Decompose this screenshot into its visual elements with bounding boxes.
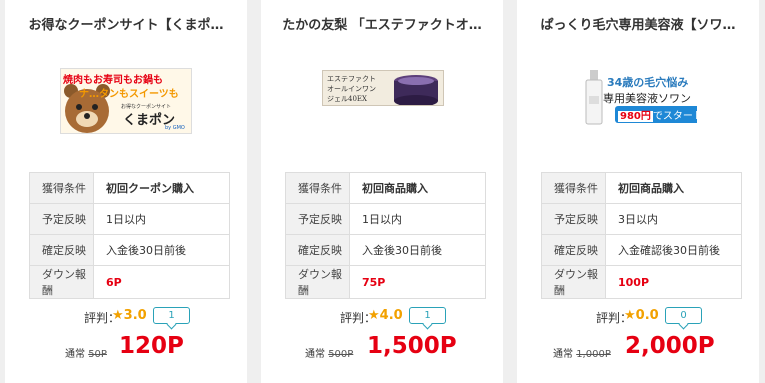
banner-text: 専用美容液ソワン	[603, 92, 691, 105]
banner-text: 34歳の毛穴悩み	[607, 76, 689, 89]
row-value: 初回商品購入	[605, 172, 742, 204]
offer-card-soin[interactable]: ぱっくり毛穴専用美容液【ソワ… 34歳の毛穴悩み 専用美容液ソワン 980円 でス…	[517, 0, 759, 383]
row-value: 入金確認後30日前後	[605, 234, 742, 266]
row-label: 予定反映	[285, 203, 350, 235]
card-title[interactable]: お得なクーポンサイト【くまポ…	[5, 14, 247, 33]
banner-line: エステファクト	[327, 75, 376, 83]
normal-price-value: 1,000P	[576, 349, 611, 360]
normal-label: 通常	[305, 349, 325, 360]
row-label: 確定反映	[541, 234, 606, 266]
row-label: 予定反映	[541, 203, 606, 235]
table-row: 予定反映 1日以内	[29, 203, 230, 235]
normal-price: 通常 50P	[65, 345, 107, 360]
banner-price-pill: 980円でスタート!	[615, 106, 697, 123]
banner-text: ナ…タンもスイーツも	[79, 89, 179, 100]
normal-price: 通常 500P	[305, 345, 353, 360]
normal-label: 通常	[65, 349, 85, 360]
rating-score: ★0.0	[624, 308, 659, 323]
point-price: 2,000P	[625, 333, 715, 359]
table-row: 獲得条件 初回商品購入	[285, 172, 486, 204]
offer-conditions-table: 獲得条件 初回商品購入 予定反映 1日以内 確定反映 入金後30日前後 ダウン報酬 75…	[285, 172, 486, 299]
point-price: 1,500P	[367, 333, 457, 359]
soin-banner[interactable]: 34歳の毛穴悩み 専用美容液ソワン 980円でスタート!	[581, 68, 697, 128]
table-row: 確定反映 入金確認後30日前後	[541, 234, 742, 266]
review-count-badge[interactable]: 0	[665, 307, 702, 324]
rating-score: ★3.0	[112, 308, 147, 323]
row-value: 入金後30日前後	[93, 234, 230, 266]
row-label: 予定反映	[29, 203, 94, 235]
table-row: ダウン報酬 75P	[285, 265, 486, 299]
row-label: 確定反映	[29, 234, 94, 266]
offer-conditions-table: 獲得条件 初回商品購入 予定反映 3日以内 確定反映 入金確認後30日前後 ダウン報酬…	[541, 172, 742, 299]
table-row: 予定反映 3日以内	[541, 203, 742, 235]
table-row: 確定反映 入金後30日前後	[29, 234, 230, 266]
normal-label: 通常	[553, 349, 573, 360]
kumapon-banner[interactable]: 焼肉もお寿司もお鍋も ナ…タンもスイーツも お得なクーポンサイト くまポン by…	[60, 68, 192, 134]
row-label: 獲得条件	[285, 172, 350, 204]
banner-text: by GMO	[165, 125, 185, 131]
banner-line: ジェル40EX	[327, 95, 368, 103]
row-value: 3日以内	[605, 203, 742, 235]
offer-card-kumapon[interactable]: お得なクーポンサイト【くまポ… 焼肉もお寿司もお鍋も ナ…タンもスイーツも お得…	[5, 0, 247, 383]
rating-score: ★4.0	[368, 308, 403, 323]
row-value: 初回商品購入	[349, 172, 486, 204]
table-row: 獲得条件 初回クーポン購入	[29, 172, 230, 204]
table-row: 予定反映 1日以内	[285, 203, 486, 235]
row-label: 確定反映	[285, 234, 350, 266]
row-value: 初回クーポン購入	[93, 172, 230, 204]
table-row: ダウン報酬 100P	[541, 265, 742, 299]
row-value: 1日以内	[349, 203, 486, 235]
row-value: 入金後30日前後	[349, 234, 486, 266]
table-row: ダウン報酬 6P	[29, 265, 230, 299]
banner-line: オールインワン	[327, 85, 376, 93]
normal-price: 通常 1,000P	[553, 345, 611, 360]
card-title[interactable]: ぱっくり毛穴専用美容液【ソワ…	[517, 14, 759, 33]
cream-jar-icon	[394, 75, 438, 105]
table-row: 確定反映 入金後30日前後	[285, 234, 486, 266]
row-label: 獲得条件	[29, 172, 94, 204]
row-label: ダウン報酬	[541, 265, 606, 299]
row-value: 1日以内	[93, 203, 230, 235]
offer-card-takanoyuri[interactable]: たかの友梨 「エステファクトオ… エステファクト オールインワン ジェル40EX…	[261, 0, 503, 383]
card-title[interactable]: たかの友梨 「エステファクトオ…	[261, 14, 503, 33]
row-value: 6P	[93, 265, 230, 299]
row-label: ダウン報酬	[285, 265, 350, 299]
offer-conditions-table: 獲得条件 初回クーポン購入 予定反映 1日以内 確定反映 入金後30日前後 ダウン報酬…	[29, 172, 230, 299]
normal-price-value: 50P	[88, 349, 107, 360]
normal-price-value: 500P	[328, 349, 354, 360]
row-value: 100P	[605, 265, 742, 299]
review-count-badge[interactable]: 1	[153, 307, 190, 324]
takanoyuri-banner[interactable]: エステファクト オールインワン ジェル40EX	[322, 70, 444, 106]
row-value: 75P	[349, 265, 486, 299]
banner-text: 焼肉もお寿司もお鍋も	[63, 75, 163, 86]
banner-text: でスタート!	[652, 111, 697, 122]
point-price: 120P	[119, 333, 184, 359]
table-row: 獲得条件 初回商品購入	[541, 172, 742, 204]
serum-bottle-icon	[585, 70, 603, 125]
banner-price: 980円	[618, 111, 653, 122]
review-count-badge[interactable]: 1	[409, 307, 446, 324]
row-label: ダウン報酬	[29, 265, 94, 299]
row-label: 獲得条件	[541, 172, 606, 204]
banner-text: エステファクト オールインワン ジェル40EX	[327, 74, 376, 104]
